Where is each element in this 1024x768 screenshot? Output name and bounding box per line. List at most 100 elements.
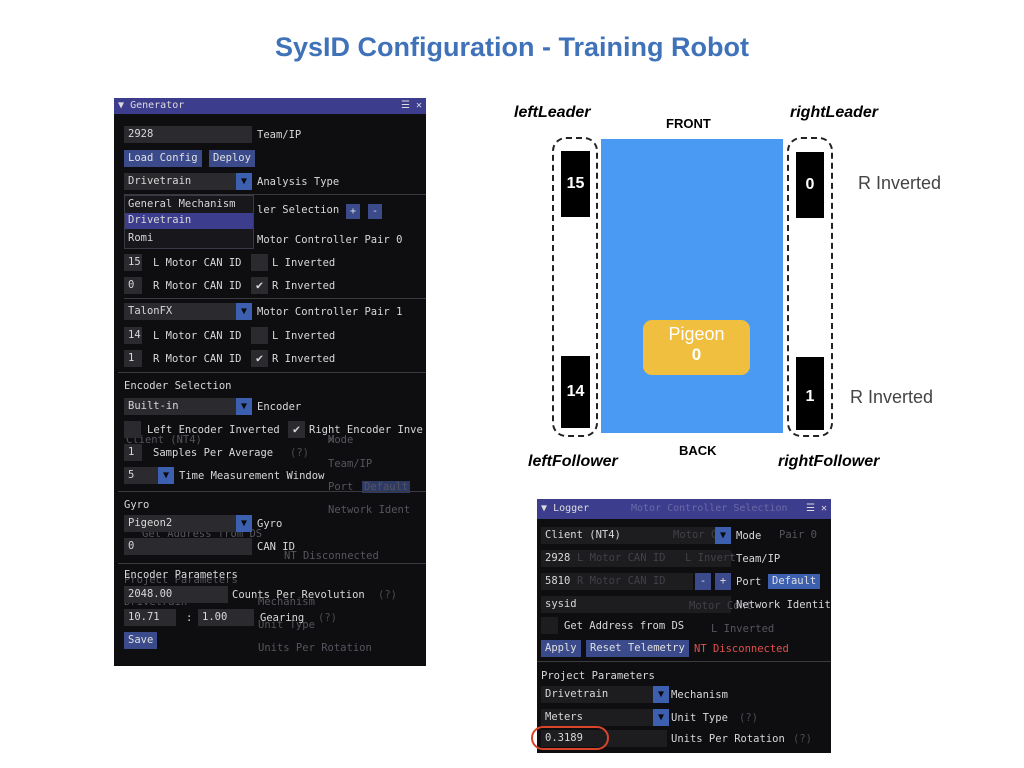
close-icon[interactable]: ✕ (821, 503, 827, 514)
pair0-label: Motor Controller Pair 0 (257, 234, 403, 246)
l-inverted-checkbox[interactable] (251, 327, 268, 344)
cpr-input[interactable]: 2048.00 (124, 586, 228, 603)
dropdown-option-general[interactable]: General Mechanism (128, 198, 235, 210)
left-encoder-inverted-label: Left Encoder Inverted (147, 424, 280, 436)
mode-dropdown-arrow-icon[interactable]: ▼ (715, 527, 731, 544)
ghost-pair0: Pair 0 (779, 529, 817, 541)
generator-title: Generator (130, 100, 185, 111)
front-label: FRONT (666, 116, 711, 131)
samples-help[interactable]: (?) (290, 447, 309, 459)
r-inverted-checkbox[interactable]: ✔ (251, 277, 268, 294)
pair1-type-select[interactable]: TalonFX (124, 303, 236, 320)
l-inverted-label: L Inverted (272, 257, 336, 269)
motor-left-leader: 15 (561, 151, 590, 217)
right-follower-label: rightFollower (778, 453, 880, 470)
reset-telemetry-button[interactable]: Reset Telemetry (586, 640, 689, 657)
unit-type-dropdown-arrow-icon[interactable]: ▼ (653, 709, 669, 726)
network-identity-input[interactable]: sysid (541, 596, 731, 613)
analysis-type-label: Analysis Type (257, 176, 340, 188)
time-window-select[interactable]: 5 (124, 467, 158, 484)
time-window-label: Time Measurement Window (179, 470, 325, 482)
dropdown-option-romi[interactable]: Romi (128, 232, 153, 244)
cpr-help[interactable]: (?) (378, 589, 397, 601)
team-ip-label: Team/IP (736, 553, 781, 565)
encoder-label: Encoder (257, 401, 302, 413)
network-identity-label: Network Identit (736, 599, 831, 611)
menu-icon[interactable]: ☰ (806, 503, 815, 514)
menu-icon[interactable]: ☰ (401, 100, 410, 111)
r-inverted-checkbox[interactable]: ✔ (251, 350, 268, 367)
l-can-label: L Motor CAN ID (153, 330, 242, 342)
ghost-network: Network Ident (328, 504, 411, 516)
mode-label: Mode (736, 530, 762, 542)
pigeon-id: 0 (691, 345, 702, 364)
save-button[interactable]: Save (124, 632, 158, 649)
analysis-dropdown-arrow-icon[interactable]: ▼ (236, 173, 252, 190)
ghost-upr: Units Per Rotation (258, 642, 372, 654)
motor-right-leader: 0 (796, 152, 824, 218)
gyro-dropdown-arrow-icon[interactable]: ▼ (236, 515, 252, 532)
r-inverted-top-label: R Inverted (858, 173, 942, 193)
add-pair-button[interactable]: + (346, 204, 360, 219)
r-can-label: R Motor CAN ID (153, 353, 242, 365)
ghost-team: Team/IP (328, 458, 373, 470)
deploy-button[interactable]: Deploy (209, 150, 255, 167)
gearing-label: Gearing (260, 612, 305, 624)
r-can-label: R Motor CAN ID (153, 280, 242, 292)
pair0-l-id-input[interactable]: 15 (124, 254, 142, 271)
dropdown-option-drivetrain[interactable]: Drivetrain (128, 214, 191, 226)
encoder-selection-header: Encoder Selection (124, 380, 232, 392)
pair1-dropdown-arrow-icon[interactable]: ▼ (236, 303, 252, 320)
unit-type-select[interactable]: Meters (541, 709, 653, 726)
r-inverted-label: R Inverted (272, 280, 336, 292)
analysis-type-dropdown: General Mechanism Drivetrain Romi (124, 195, 254, 249)
mechanism-select[interactable]: Drivetrain (541, 686, 653, 703)
left-encoder-inverted-checkbox[interactable] (124, 421, 141, 438)
close-icon[interactable]: ✕ (416, 100, 422, 111)
get-address-label: Get Address from DS (564, 620, 685, 632)
gearing-help[interactable]: (?) (318, 612, 337, 624)
team-ip-input[interactable]: 2928 (541, 550, 731, 567)
pair1-r-id-input[interactable]: 1 (124, 350, 142, 367)
port-input[interactable]: 5810 (541, 573, 693, 590)
team-ip-input[interactable]: 2928 (124, 126, 252, 143)
generator-titlebar[interactable]: ▼ Generator ☰ ✕ (114, 98, 426, 114)
back-label: BACK (679, 443, 717, 458)
samples-input[interactable]: 1 (124, 444, 142, 461)
gearing-input-a[interactable]: 10.71 (124, 609, 176, 626)
pair0-r-id-input[interactable]: 0 (124, 277, 142, 294)
right-encoder-inverted-checkbox[interactable]: ✔ (288, 421, 305, 438)
generator-panel: ▼ Generator ☰ ✕ ✕ Client (NT4) Mode Team… (114, 98, 426, 666)
left-leader-label: leftLeader (514, 104, 591, 121)
logger-titlebar[interactable]: ▼ Logger Motor Controller Selection ☰ ✕ (537, 499, 831, 519)
encoder-select[interactable]: Built-in (124, 398, 236, 415)
l-can-label: L Motor CAN ID (153, 257, 242, 269)
encoder-dropdown-arrow-icon[interactable]: ▼ (236, 398, 252, 415)
unit-type-help[interactable]: (?) (739, 712, 758, 724)
gearing-input-b[interactable]: 1.00 (198, 609, 254, 626)
collapse-arrow-icon[interactable]: ▼ (541, 503, 547, 514)
l-inverted-checkbox[interactable] (251, 254, 268, 271)
can-id-input[interactable]: 0 (124, 538, 252, 555)
analysis-type-select[interactable]: Drivetrain (124, 173, 236, 190)
gyro-select[interactable]: Pigeon2 (124, 515, 236, 532)
remove-pair-button[interactable]: - (368, 204, 382, 219)
port-default-button[interactable]: Default (768, 574, 821, 589)
port-decrement-button[interactable]: - (695, 573, 711, 590)
mode-select[interactable]: Client (NT4) (541, 527, 715, 544)
get-address-checkbox[interactable] (541, 617, 558, 634)
time-window-arrow-icon[interactable]: ▼ (158, 467, 174, 484)
apply-button[interactable]: Apply (541, 640, 581, 657)
load-config-button[interactable]: Load Config (124, 150, 202, 167)
highlight-oval (531, 726, 609, 750)
r-inverted-bottom-label: R Inverted (850, 387, 934, 407)
right-leader-label: rightLeader (790, 104, 879, 121)
units-per-rotation-help[interactable]: (?) (793, 733, 812, 745)
collapse-arrow-icon[interactable]: ▼ (118, 100, 124, 111)
separator (124, 298, 426, 299)
port-increment-button[interactable]: + (715, 573, 731, 590)
pair1-l-id-input[interactable]: 14 (124, 327, 142, 344)
motor-right-follower: 1 (796, 357, 824, 430)
pigeon-gyro-box: Pigeon 0 (643, 320, 750, 375)
mechanism-dropdown-arrow-icon[interactable]: ▼ (653, 686, 669, 703)
